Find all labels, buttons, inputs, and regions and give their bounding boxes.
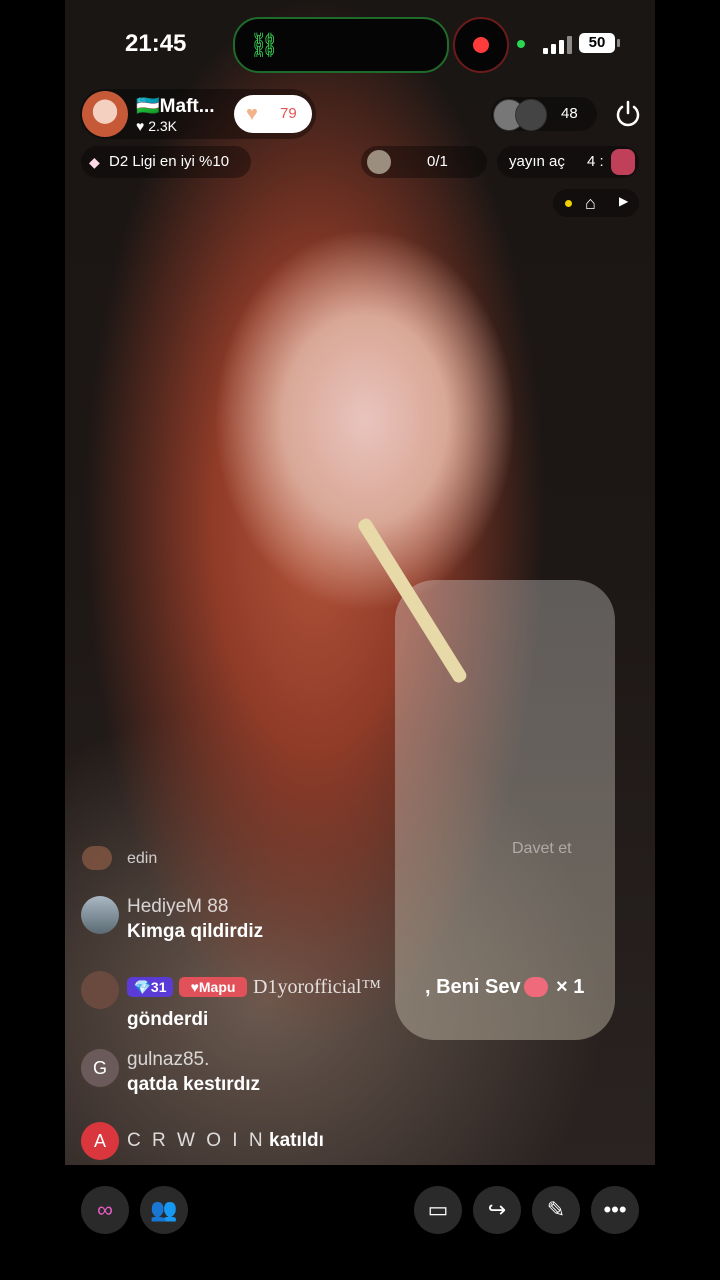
comment-avatar [81,971,119,1009]
comment-avatar [81,896,119,934]
list-item[interactable]: A C R W O I N katıldı [81,1122,641,1162]
share-icon[interactable]: ↪ [473,1186,521,1234]
league-badge[interactable]: ◆ D2 Ligi en iyi %10 [81,146,251,178]
play-arrow-icon[interactable]: ▶ [619,194,628,208]
faded-comment: edin Davet et [82,840,622,874]
record-icon [473,37,489,53]
signal-icon [543,34,572,54]
gift-icon [524,977,548,997]
goal-icon [367,150,391,174]
home-icon[interactable]: ⌂ [585,193,596,214]
host-avatar[interactable] [82,91,128,137]
comment-icon[interactable]: ▭ [414,1186,462,1234]
stream-tools[interactable]: ⌂ ▶ [553,189,639,217]
dynamic-island: ⛓ [233,17,449,73]
comment-avatar: A [81,1122,119,1160]
comment-avatar: G [81,1049,119,1087]
goal-counter[interactable]: 0/1 [361,146,487,178]
status-dot [565,200,572,207]
host-info[interactable]: 🇺🇿Maft... ♥ 2.3K ♥ 79 [80,89,316,139]
viewer-avatar [515,99,547,131]
diamond-icon: ◆ [89,154,100,170]
battery-icon: 50 [579,33,615,53]
heart-icon: ♥ [246,103,258,125]
list-item[interactable]: 💎31 ♥Mapu D1yorofficial™ , Beni Sev × 1 … [81,971,641,1035]
host-name: 🇺🇿Maft... [136,96,215,117]
power-icon[interactable] [612,98,644,130]
multi-guest-icon[interactable]: ∞ [81,1186,129,1234]
comment-avatar [82,846,112,870]
rank-avatar [611,149,635,175]
battery-tip [617,39,620,47]
level-badge: 💎31 [127,977,173,997]
link-icon: ⛓ [249,32,280,59]
status-time: 21:45 [125,30,187,57]
more-icon[interactable]: ••• [591,1186,639,1234]
users-icon[interactable]: 👥 [140,1186,188,1234]
magic-wand-icon[interactable]: ✎ [532,1186,580,1234]
rank-banner[interactable]: yayın aç 4 : [497,146,639,178]
fan-badge: ♥Mapu [179,977,247,997]
host-likes: ♥ 2.3K [136,118,178,134]
mic-indicator [517,40,525,48]
follow-button[interactable]: ♥ 79 [234,95,312,133]
list-item[interactable]: HediyeM 88 Kimga qildirdiz [81,896,641,946]
record-indicator [453,17,509,73]
viewer-count: 48 [561,105,578,122]
list-item[interactable]: G gulnaz85. qatda kestırdız [81,1049,641,1099]
viewer-list[interactable]: 48 [491,97,597,131]
